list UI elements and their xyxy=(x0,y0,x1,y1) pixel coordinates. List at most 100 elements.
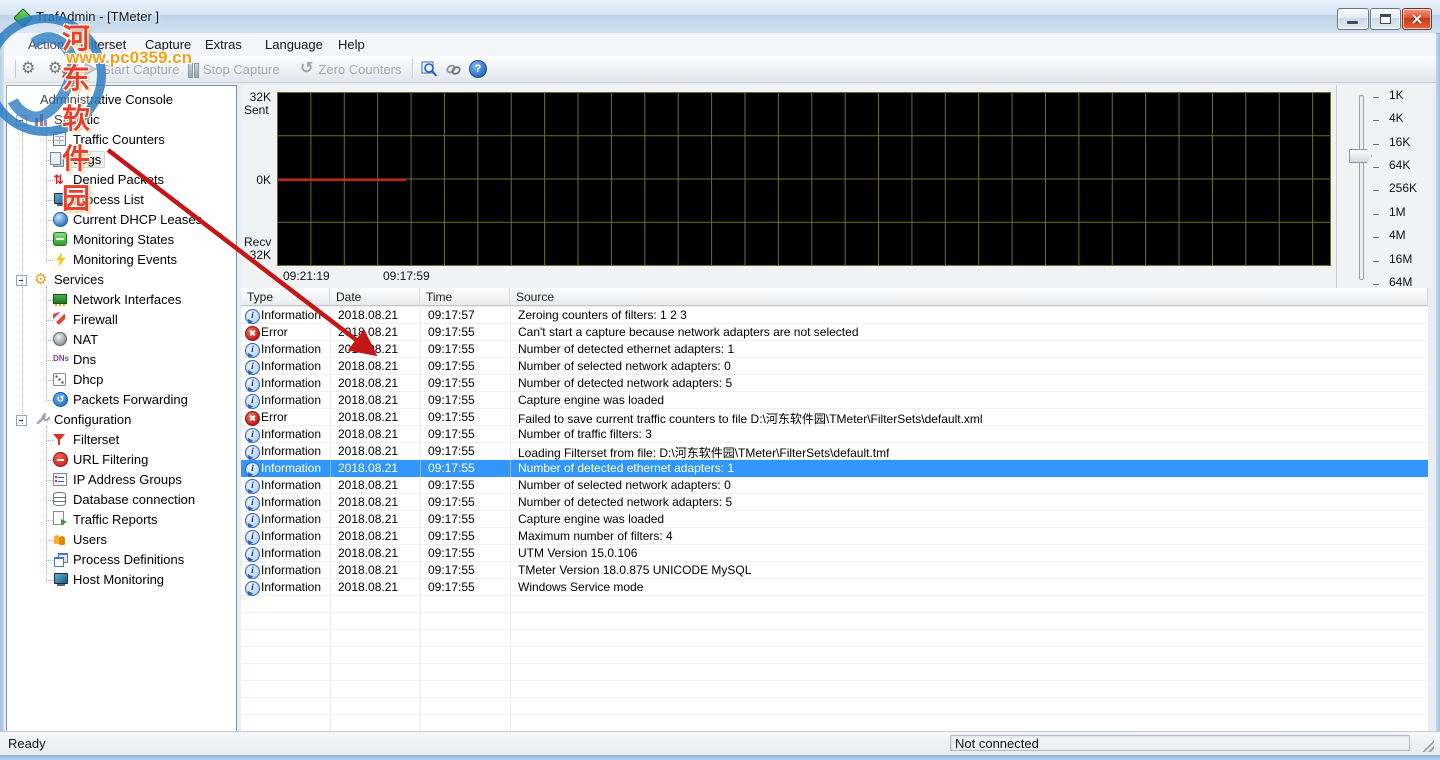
denied-packets-icon: ⇅ xyxy=(53,172,68,187)
stop-capture-pause-icon xyxy=(188,63,198,76)
log-row[interactable]: iInformation2018.08.2109:17:55TMeter Ver… xyxy=(241,562,1428,579)
log-row[interactable]: iInformation2018.08.2109:17:55UTM Versio… xyxy=(241,545,1428,562)
log-row[interactable]: iInformation2018.08.2109:17:55Maximum nu… xyxy=(241,528,1428,545)
start-capture-button[interactable]: Start Capture xyxy=(84,58,179,80)
tree-item-current-dhcp-leases[interactable]: Current DHCP Leases xyxy=(7,210,236,230)
menu-filterset[interactable]: Filterset xyxy=(80,37,126,52)
traffic-zero-line xyxy=(277,179,406,181)
menu-action[interactable]: Action xyxy=(28,37,64,52)
tree-item-traffic-reports[interactable]: Traffic Reports xyxy=(7,510,236,530)
tree-item-label: Firewall xyxy=(73,312,118,327)
column-header-source[interactable]: Source xyxy=(510,288,1428,306)
log-type-cell: Information xyxy=(261,478,321,492)
scale-slider-track[interactable] xyxy=(1359,95,1364,280)
column-header-time[interactable]: Time xyxy=(420,288,510,306)
log-row[interactable]: Error2018.08.2109:17:55Failed to save cu… xyxy=(241,409,1428,426)
tree-item-traffic-counters[interactable]: Traffic Counters xyxy=(7,130,236,150)
tree-item-monitoring-states[interactable]: Monitoring States xyxy=(7,230,236,250)
log-row[interactable]: iInformation2018.08.2109:17:55Number of … xyxy=(241,426,1428,443)
log-date-cell: 2018.08.21 xyxy=(338,444,398,458)
tree-item-firewall[interactable]: Firewall xyxy=(7,310,236,330)
log-date-cell: 2018.08.21 xyxy=(338,546,398,560)
tree-connector-stub xyxy=(46,340,53,341)
tree-connector-line xyxy=(46,286,47,400)
scale-tick xyxy=(1373,167,1379,168)
toolbar: ⚙ ⚙ Start Capture Stop Capture ↺ Zero Co… xyxy=(4,56,1436,83)
tree-item-dns[interactable]: Dns xyxy=(7,350,236,370)
window-frame-bottom xyxy=(0,755,1440,760)
tree-item-administrative-console[interactable]: Administrative Console xyxy=(7,90,236,110)
help-icon: ? xyxy=(469,60,487,78)
zero-counters-button[interactable]: ↺ Zero Counters xyxy=(300,58,402,80)
filter-wizard-magnifier-icon xyxy=(421,61,438,78)
information-icon: i xyxy=(245,445,260,460)
log-row[interactable]: iInformation2018.08.2109:17:55Number of … xyxy=(241,375,1428,392)
menu-capture[interactable]: Capture xyxy=(145,37,191,52)
toolbar-separator xyxy=(74,59,75,79)
process-defs-icon xyxy=(53,552,68,567)
scale-label-64k: 64K xyxy=(1389,158,1410,172)
tree-item-label: Database connection xyxy=(73,492,195,507)
tree-item-label: Dhcp xyxy=(73,372,103,387)
information-icon: i xyxy=(245,479,260,494)
host-monitoring-icon xyxy=(53,572,68,587)
resize-grip[interactable] xyxy=(1421,739,1434,752)
menu-extras[interactable]: Extras xyxy=(205,37,242,52)
log-row[interactable]: iInformation2018.08.2109:17:55Loading Fi… xyxy=(241,443,1428,460)
column-header-date[interactable]: Date xyxy=(330,288,420,306)
stop-capture-button[interactable]: Stop Capture xyxy=(188,58,280,80)
column-header-type[interactable]: Type xyxy=(241,288,330,306)
tree-item-database-connection[interactable]: Database connection xyxy=(7,490,236,510)
toolbar-grip[interactable] xyxy=(11,60,16,78)
graph-time-label-2: 09:17:59 xyxy=(383,269,430,283)
graph-zero-label: 0K xyxy=(241,173,271,187)
restore-icon xyxy=(1380,14,1391,24)
tree-item-network-interfaces[interactable]: Network Interfaces xyxy=(7,290,236,310)
log-row[interactable]: iInformation2018.08.2109:17:55Number of … xyxy=(241,494,1428,511)
tree-item-dhcp[interactable]: Dhcp xyxy=(7,370,236,390)
scale-label-16k: 16K xyxy=(1389,135,1410,149)
tree-item-url-filtering[interactable]: URL Filtering xyxy=(7,450,236,470)
tree-item-nat[interactable]: NAT xyxy=(7,330,236,350)
ip-groups-icon xyxy=(53,473,67,486)
gear-button[interactable]: ⚙ xyxy=(21,58,35,80)
log-row[interactable]: Error2018.08.2109:17:55Can't start a cap… xyxy=(241,324,1428,341)
tree-item-filterset[interactable]: Filterset xyxy=(7,430,236,450)
connection-button[interactable] xyxy=(445,58,462,80)
tree-item-ip-address-groups[interactable]: IP Address Groups xyxy=(7,470,236,490)
window-frame-right xyxy=(1436,33,1440,760)
menu-language[interactable]: Language xyxy=(265,37,323,52)
log-row[interactable]: iInformation2018.08.2109:17:55Number of … xyxy=(241,460,1428,477)
tree-item-denied-packets[interactable]: ⇅Denied Packets xyxy=(7,170,236,190)
help-button[interactable]: ? xyxy=(469,58,487,80)
log-row[interactable]: iInformation2018.08.2109:17:57Zeroing co… xyxy=(241,307,1428,324)
gear-x-button[interactable]: ⚙ xyxy=(48,58,70,80)
tree-connector-stub xyxy=(46,580,53,581)
tree-item-process-definitions[interactable]: Process Definitions xyxy=(7,550,236,570)
tree-item-services[interactable]: ⚙Services xyxy=(7,270,236,290)
tree-item-process-list[interactable]: Process List xyxy=(7,190,236,210)
log-row[interactable]: iInformation2018.08.2109:17:55Number of … xyxy=(241,358,1428,375)
tree-item-label: Services xyxy=(54,272,104,287)
scale-slider-thumb[interactable] xyxy=(1349,149,1372,163)
filter-wizard-button[interactable] xyxy=(421,58,438,80)
tree-item-statistic[interactable]: Statistic xyxy=(7,110,236,130)
tree-item-logs[interactable]: Logs xyxy=(7,150,236,170)
log-row[interactable]: iInformation2018.08.2109:17:55Capture en… xyxy=(241,392,1428,409)
close-button[interactable] xyxy=(1402,8,1432,30)
log-source-cell: Loading Filterset from file: D:\河东软件园\TM… xyxy=(518,444,889,461)
tree-item-host-monitoring[interactable]: Host Monitoring xyxy=(7,570,236,590)
log-row[interactable]: iInformation2018.08.2109:17:55Windows Se… xyxy=(241,579,1428,596)
scale-tick xyxy=(1373,214,1379,215)
tree-item-packets-forwarding[interactable]: ↺Packets Forwarding xyxy=(7,390,236,410)
log-row[interactable]: iInformation2018.08.2109:17:55Capture en… xyxy=(241,511,1428,528)
menu-help[interactable]: Help xyxy=(338,37,365,52)
tree-item-label: Administrative Console xyxy=(40,92,173,107)
tree-item-users[interactable]: Users xyxy=(7,530,236,550)
restore-button[interactable] xyxy=(1370,8,1401,30)
log-row[interactable]: iInformation2018.08.2109:17:55Number of … xyxy=(241,477,1428,494)
tree-item-monitoring-events[interactable]: Monitoring Events xyxy=(7,250,236,270)
minimize-button[interactable] xyxy=(1337,8,1369,30)
log-row[interactable]: iInformation2018.08.2109:17:55Number of … xyxy=(241,341,1428,358)
tree-item-configuration[interactable]: Configuration xyxy=(7,410,236,430)
